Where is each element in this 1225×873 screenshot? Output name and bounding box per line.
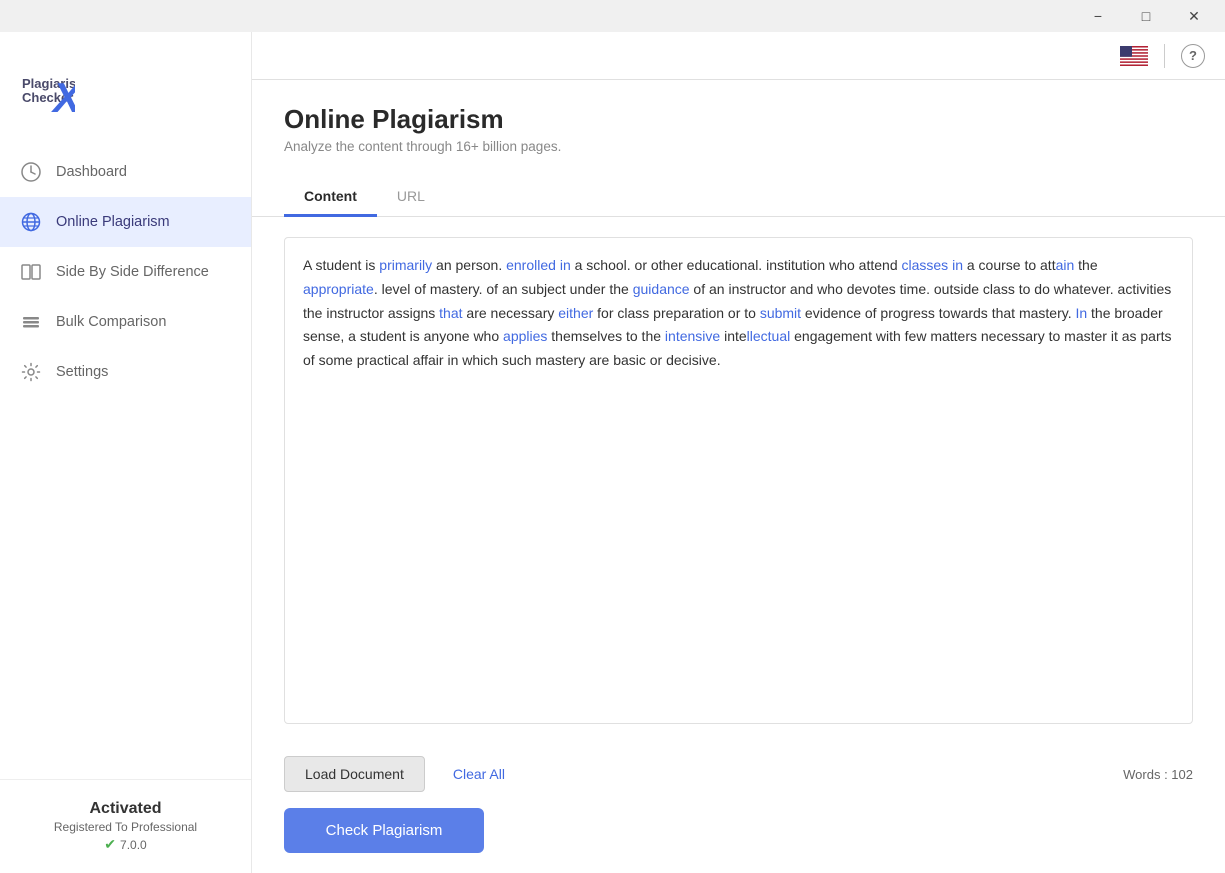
version-label: ✔ 7.0.0 bbox=[20, 836, 231, 853]
svg-text:X: X bbox=[51, 74, 75, 117]
settings-label: Settings bbox=[56, 364, 108, 380]
registered-label: Registered To Professional bbox=[20, 820, 231, 834]
sidebar-item-settings[interactable]: Settings bbox=[0, 347, 251, 397]
sidebar-item-dashboard[interactable]: Dashboard bbox=[0, 147, 251, 197]
app-container: Plagiarism Checker X Dashboard bbox=[0, 32, 1225, 873]
checkmark-icon: ✔ bbox=[104, 836, 116, 853]
top-bar: ? bbox=[252, 32, 1225, 80]
editor-text: A student is primarily an person. enroll… bbox=[303, 257, 1172, 368]
sidebar-bottom: Activated Registered To Professional ✔ 7… bbox=[0, 779, 251, 873]
sbs-label: Side By Side Difference bbox=[56, 264, 209, 280]
check-plagiarism-button[interactable]: Check Plagiarism bbox=[284, 808, 484, 853]
logo-wrapper: Plagiarism Checker X bbox=[20, 62, 75, 117]
clear-all-button[interactable]: Clear All bbox=[437, 757, 521, 791]
title-bar: − □ ✕ bbox=[0, 0, 1225, 32]
tab-url[interactable]: URL bbox=[377, 178, 445, 217]
sidebar: Plagiarism Checker X Dashboard bbox=[0, 32, 252, 873]
settings-icon bbox=[20, 361, 42, 383]
minimize-button[interactable]: − bbox=[1075, 0, 1121, 32]
online-plagiarism-label: Online Plagiarism bbox=[56, 214, 170, 230]
maximize-button[interactable]: □ bbox=[1123, 0, 1169, 32]
tabs-bar: Content URL bbox=[252, 162, 1225, 217]
dashboard-label: Dashboard bbox=[56, 164, 127, 180]
tab-content[interactable]: Content bbox=[284, 178, 377, 217]
top-bar-separator bbox=[1164, 44, 1165, 68]
bulk-icon bbox=[20, 311, 42, 333]
load-document-button[interactable]: Load Document bbox=[284, 756, 425, 792]
sbs-icon bbox=[20, 261, 42, 283]
word-count: Words : 102 bbox=[1123, 767, 1193, 782]
nav-items: Dashboard Online Plagiarism bbox=[0, 147, 251, 779]
main-content: ? Online Plagiarism Analyze the content … bbox=[252, 32, 1225, 873]
close-button[interactable]: ✕ bbox=[1171, 0, 1217, 32]
version-number: 7.0.0 bbox=[120, 838, 147, 852]
dashboard-icon bbox=[20, 161, 42, 183]
globe-icon bbox=[20, 211, 42, 233]
activated-label: Activated bbox=[20, 800, 231, 818]
page-header: Online Plagiarism Analyze the content th… bbox=[252, 80, 1225, 154]
text-editor[interactable]: A student is primarily an person. enroll… bbox=[284, 237, 1193, 724]
sidebar-item-online-plagiarism[interactable]: Online Plagiarism bbox=[0, 197, 251, 247]
logo-area: Plagiarism Checker X bbox=[0, 42, 251, 147]
page-subtitle: Analyze the content through 16+ billion … bbox=[284, 139, 1193, 154]
sidebar-item-bulk-comparison[interactable]: Bulk Comparison bbox=[0, 297, 251, 347]
help-button[interactable]: ? bbox=[1181, 44, 1205, 68]
logo-icon: Plagiarism Checker X bbox=[20, 62, 75, 117]
flag-icon[interactable] bbox=[1120, 46, 1148, 66]
page-title: Online Plagiarism bbox=[284, 104, 1193, 135]
bulk-comparison-label: Bulk Comparison bbox=[56, 314, 166, 330]
check-plagiarism-row: Check Plagiarism bbox=[252, 808, 1225, 873]
bottom-toolbar: Load Document Clear All Words : 102 bbox=[252, 744, 1225, 808]
content-area: A student is primarily an person. enroll… bbox=[252, 217, 1225, 744]
sidebar-item-side-by-side[interactable]: Side By Side Difference bbox=[0, 247, 251, 297]
